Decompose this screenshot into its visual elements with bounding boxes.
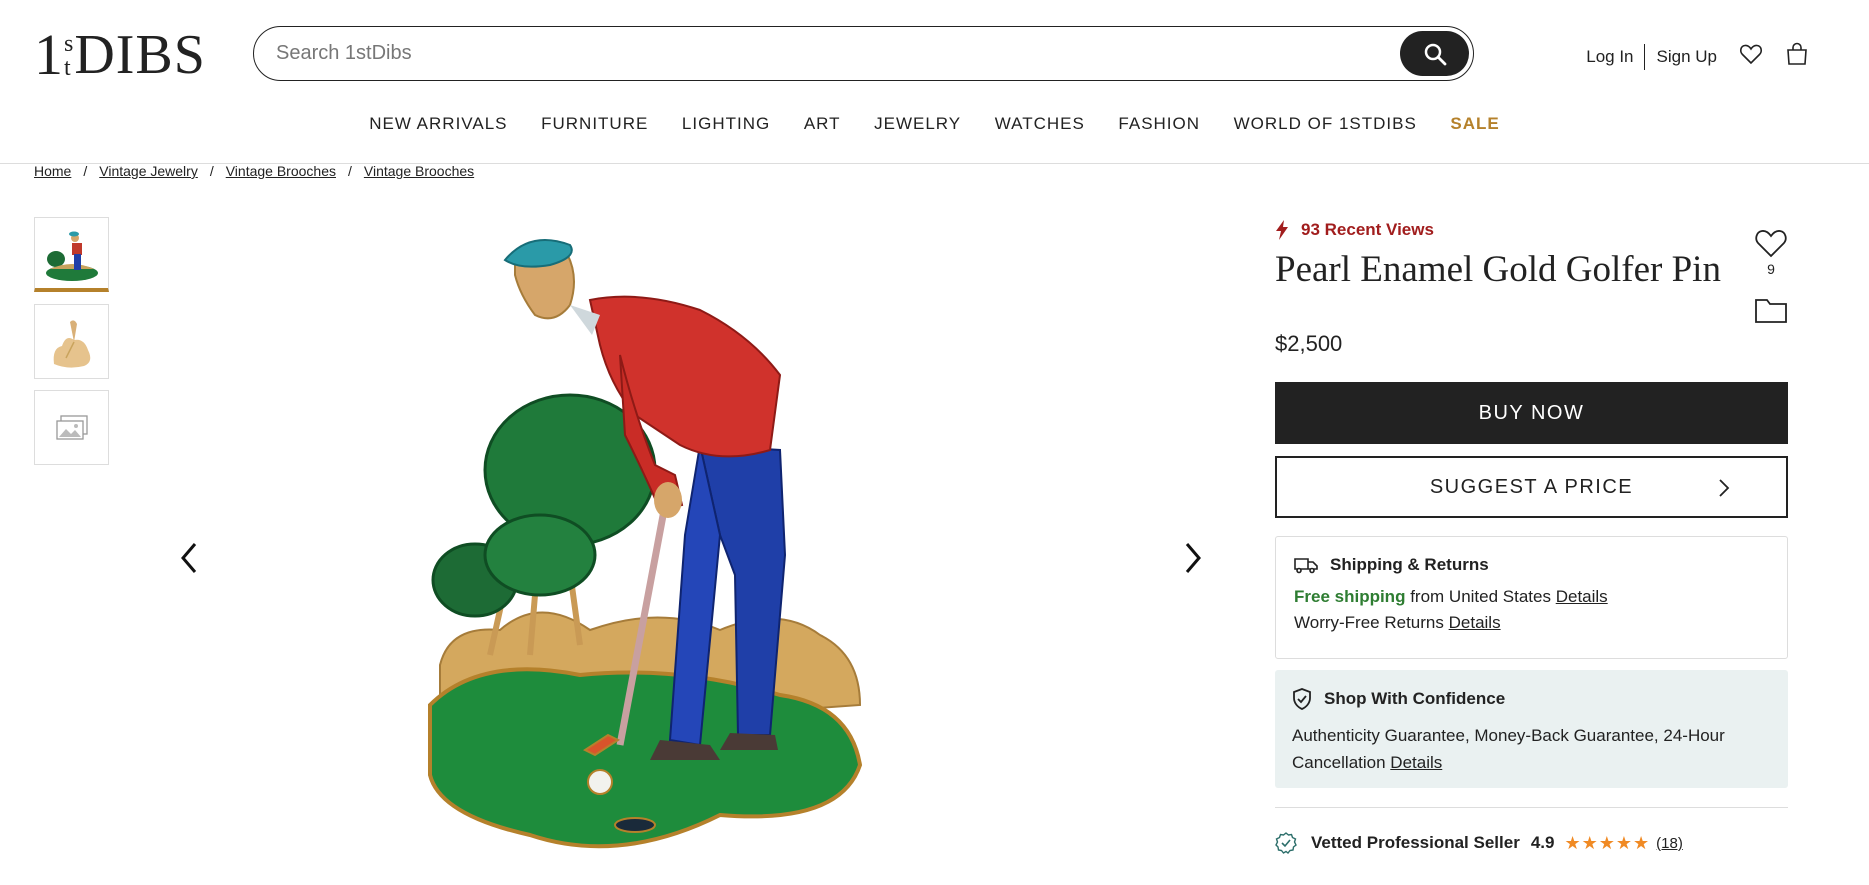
buy-now-button[interactable]: BUY NOW — [1275, 382, 1788, 444]
breadcrumb-separator: / — [347, 163, 352, 179]
logo-st-top: s — [64, 31, 74, 57]
main-nav: NEW ARRIVALS FURNITURE LIGHTING ART JEWE… — [0, 114, 1869, 134]
confidence-details-link[interactable]: Details — [1390, 753, 1442, 772]
seller-rating: 4.9 — [1530, 833, 1555, 852]
product-price: $2,500 — [1275, 331, 1343, 356]
previous-image-button[interactable] — [178, 540, 200, 581]
nav-furniture[interactable]: FURNITURE — [541, 114, 648, 134]
next-image-button[interactable] — [1182, 540, 1204, 581]
favorite-button[interactable]: 9 — [1754, 227, 1788, 277]
shipping-origin: from United States — [1410, 587, 1551, 606]
suggest-price-button[interactable]: SUGGEST A PRICE — [1275, 456, 1788, 518]
search-input[interactable] — [276, 42, 1356, 65]
confidence-text: Authenticity Guarantee, Money-Back Guara… — [1292, 726, 1725, 772]
returns-label: Worry-Free Returns — [1294, 613, 1444, 632]
nav-art[interactable]: ART — [804, 114, 841, 134]
golfer-thumbnail-image — [45, 231, 98, 281]
shop-confidence-box: Shop With Confidence Authenticity Guaran… — [1275, 670, 1788, 788]
search-icon — [1424, 43, 1446, 65]
signup-link[interactable]: Sign Up — [1645, 47, 1717, 67]
verified-badge-icon — [1275, 832, 1297, 854]
breadcrumb-vintage-jewelry[interactable]: Vintage Jewelry — [99, 163, 198, 179]
confidence-title: Shop With Confidence — [1324, 689, 1506, 708]
breadcrumb-separator: / — [209, 163, 214, 179]
save-to-folder-button[interactable] — [1754, 296, 1788, 329]
star-rating-icon: ★★★★★ — [1564, 832, 1651, 853]
breadcrumb-vintage-brooches-2[interactable]: Vintage Brooches — [364, 163, 474, 179]
favorites-count: 9 — [1767, 261, 1775, 277]
cart-button[interactable] — [1785, 42, 1809, 71]
nav-lighting[interactable]: LIGHTING — [682, 114, 770, 134]
logo-st: s t — [64, 32, 73, 80]
lightning-icon — [1276, 220, 1288, 240]
nav-sale[interactable]: SALE — [1450, 114, 1499, 134]
nav-world-of-1stdibs[interactable]: WORLD OF 1STDIBS — [1234, 114, 1417, 134]
truck-icon — [1294, 558, 1318, 574]
seller-reviews-link[interactable]: (18) — [1656, 835, 1683, 852]
chevron-right-icon — [1185, 543, 1201, 573]
chevron-right-icon — [1719, 479, 1730, 497]
breadcrumb: Home / Vintage Jewelry / Vintage Brooche… — [34, 163, 474, 179]
seller-divider — [1275, 807, 1788, 808]
free-shipping-label: Free shipping — [1294, 587, 1406, 606]
nav-watches[interactable]: WATCHES — [995, 114, 1085, 134]
thumbnail-more[interactable] — [34, 390, 109, 465]
suggest-price-label: SUGGEST A PRICE — [1429, 475, 1634, 498]
logo-st-bottom: t — [64, 55, 71, 81]
logo-one: 1 — [34, 22, 63, 87]
shipping-line: Free shipping from United States Details — [1294, 587, 1769, 607]
recent-views-badge: 93 Recent Views — [1275, 220, 1434, 240]
seller-label: Vetted Professional Seller — [1311, 833, 1520, 852]
favorites-button[interactable] — [1739, 43, 1763, 70]
seller-row: Vetted Professional Seller 4.9 ★★★★★ (18… — [1275, 832, 1683, 854]
product-title: Pearl Enamel Gold Golfer Pin — [1275, 249, 1721, 290]
gold-back-thumbnail-image — [53, 319, 90, 368]
breadcrumb-home[interactable]: Home — [34, 163, 71, 179]
shipping-details-link[interactable]: Details — [1556, 587, 1608, 606]
heart-icon — [1755, 230, 1787, 258]
nav-new-arrivals[interactable]: NEW ARRIVALS — [369, 114, 507, 134]
breadcrumb-vintage-brooches[interactable]: Vintage Brooches — [226, 163, 336, 179]
nav-fashion[interactable]: FASHION — [1118, 114, 1200, 134]
returns-details-link[interactable]: Details — [1449, 613, 1501, 632]
chevron-left-icon — [181, 543, 197, 573]
returns-line: Worry-Free Returns Details — [1294, 613, 1769, 633]
bag-icon — [1787, 42, 1807, 65]
account-links: Log In Sign Up — [1586, 42, 1809, 71]
shipping-header: Shipping & Returns — [1294, 555, 1769, 575]
search-button[interactable] — [1400, 31, 1469, 76]
breadcrumb-separator: / — [83, 163, 88, 179]
search-bar — [253, 26, 1474, 81]
gallery-icon — [55, 414, 88, 440]
confidence-body: Authenticity Guarantee, Money-Back Guara… — [1292, 722, 1771, 776]
thumbnail-2[interactable] — [34, 304, 109, 379]
recent-views-text: 93 Recent Views — [1301, 220, 1434, 239]
shipping-title: Shipping & Returns — [1330, 555, 1489, 574]
shield-check-icon — [1293, 688, 1311, 710]
folder-icon — [1755, 299, 1787, 323]
product-main-image — [428, 239, 863, 849]
login-link[interactable]: Log In — [1586, 43, 1645, 70]
nav-jewelry[interactable]: JEWELRY — [874, 114, 961, 134]
confidence-header: Shop With Confidence — [1292, 688, 1771, 710]
site-logo[interactable]: 1 s t DIBS — [34, 22, 206, 87]
shipping-returns-box: Shipping & Returns Free shipping from Un… — [1275, 536, 1788, 659]
logo-dibs: DIBS — [74, 24, 206, 86]
heart-icon — [1739, 44, 1763, 65]
thumbnail-1[interactable] — [34, 217, 109, 292]
